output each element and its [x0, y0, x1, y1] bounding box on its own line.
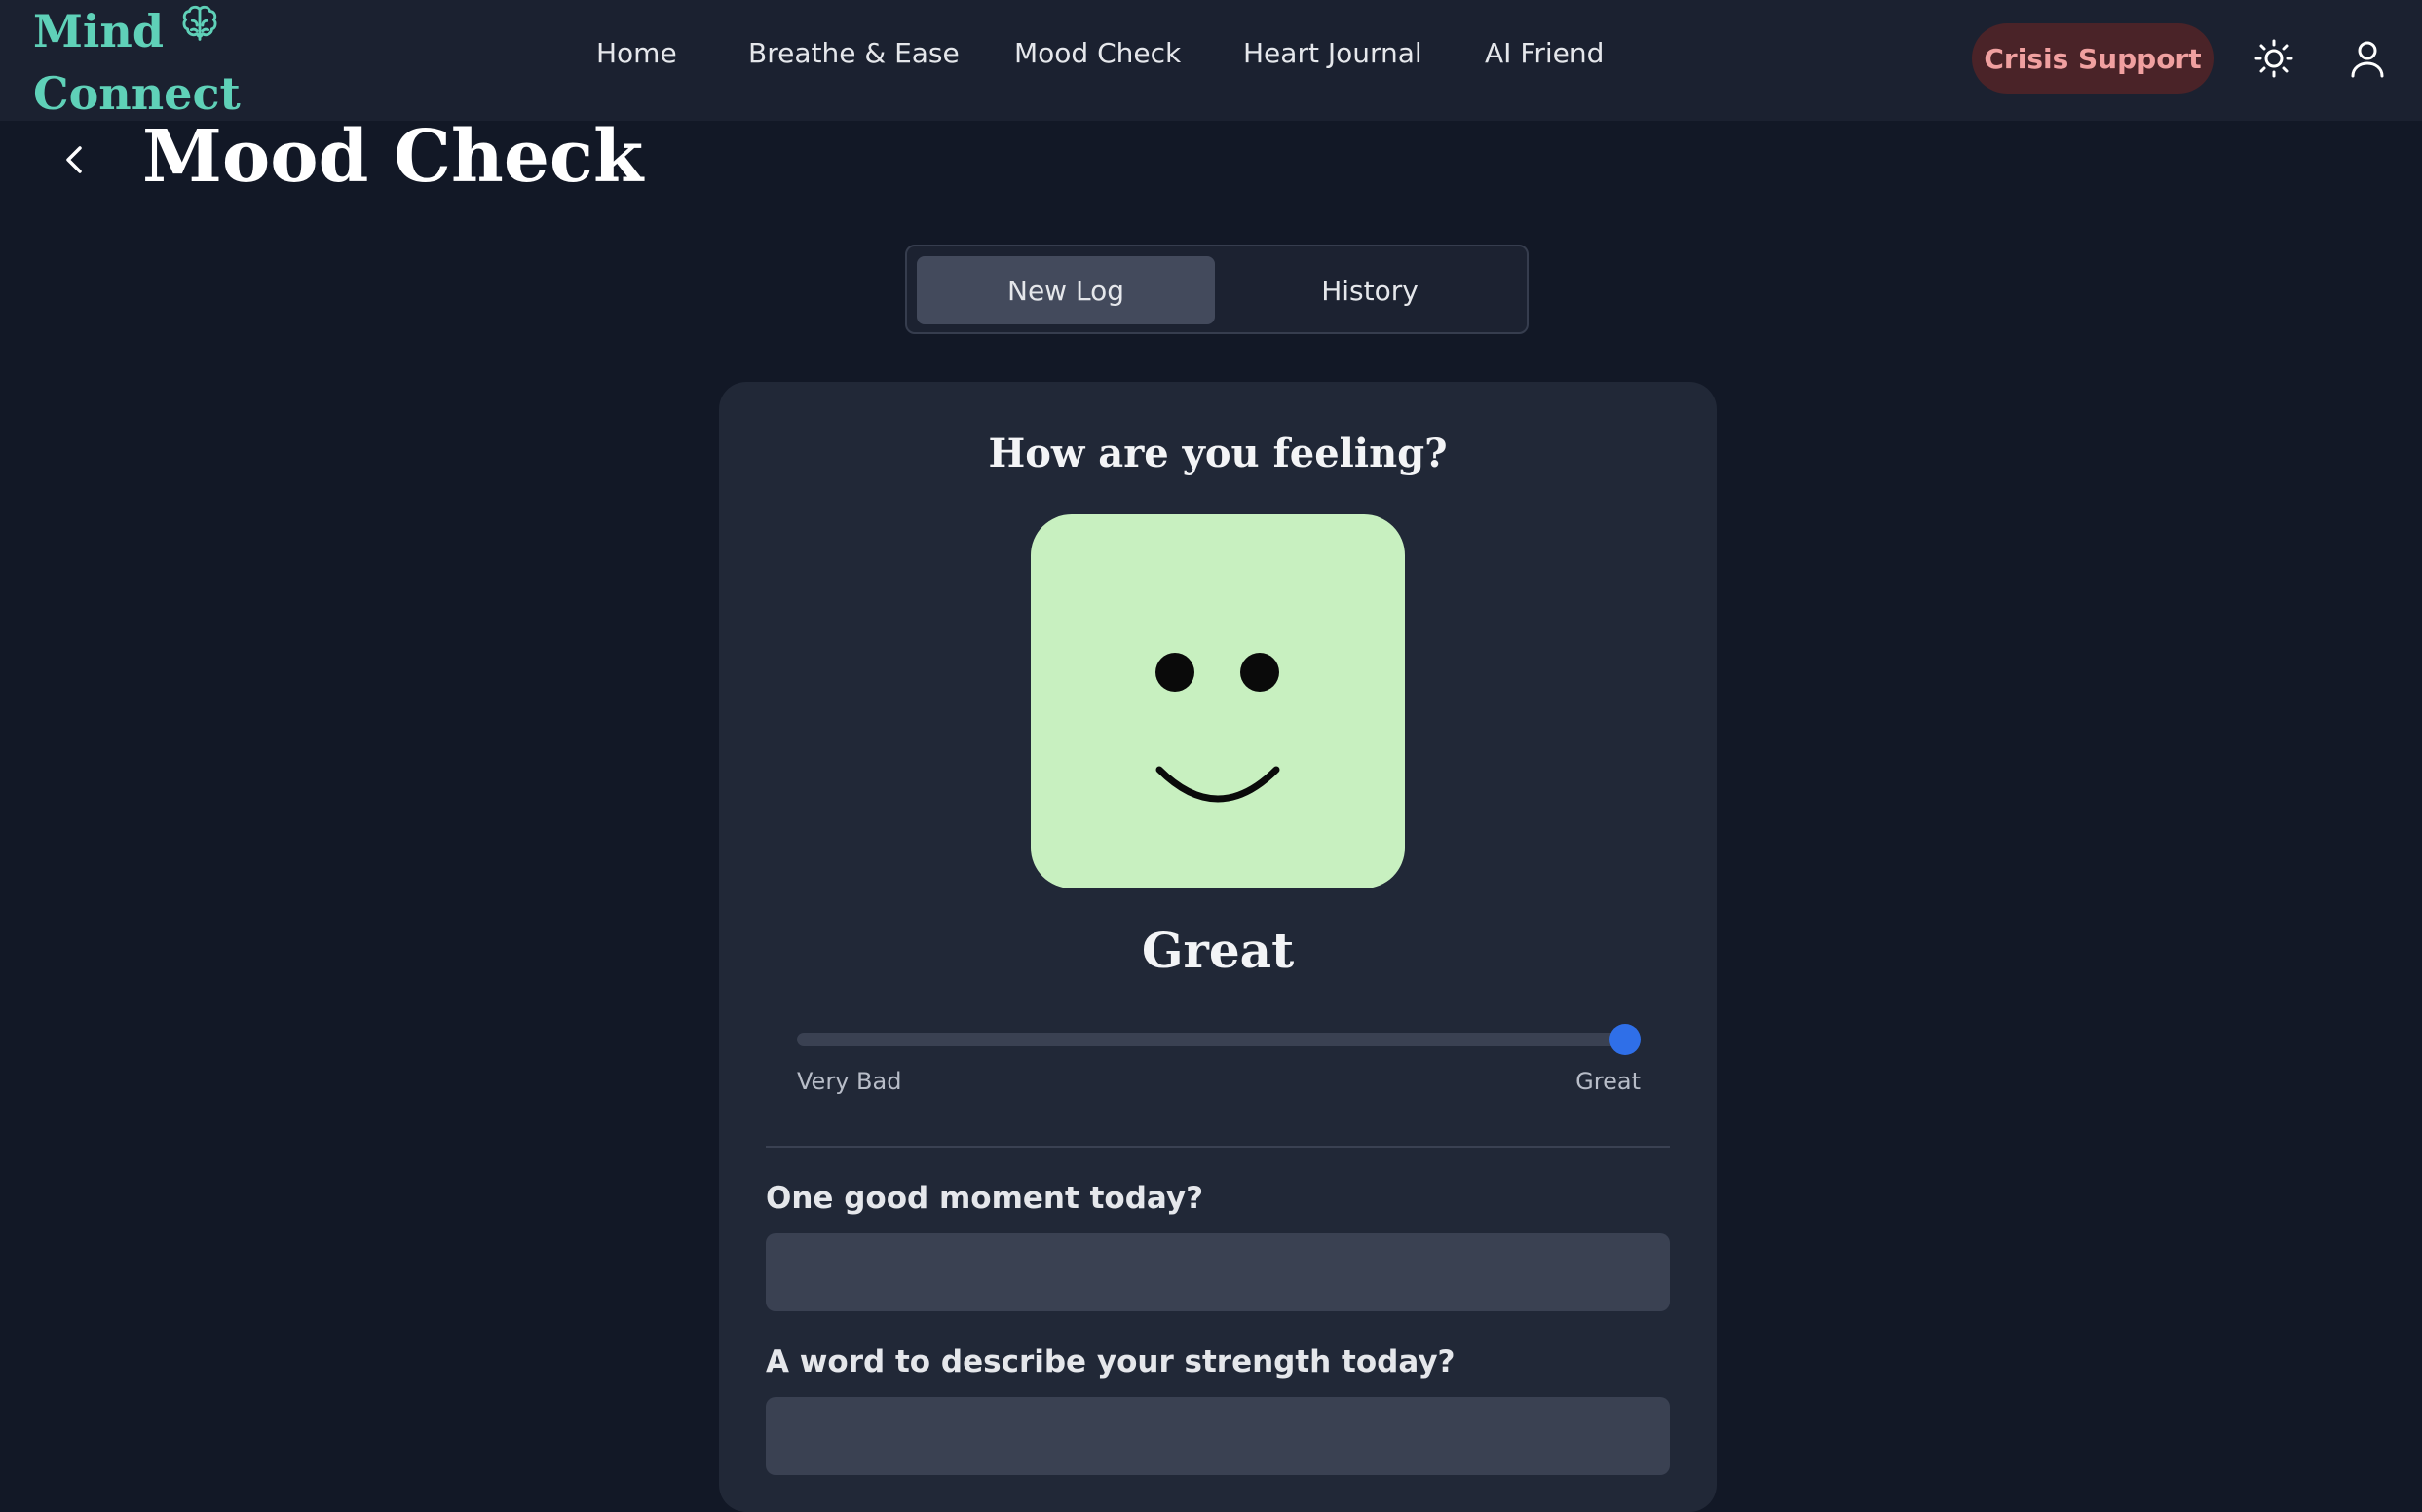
mood-slider-thumb[interactable] [1609, 1024, 1641, 1055]
top-navigation-bar: Mind Connect Home Breathe & Ease Mood Ch… [0, 0, 2422, 121]
slider-min-label: Very Bad [797, 1068, 902, 1095]
mood-slider[interactable] [797, 1024, 1641, 1055]
strength-word-label: A word to describe your strength today? [766, 1344, 1456, 1380]
mood-log-card: How are you feeling? Great Very Bad Grea… [719, 382, 1717, 1512]
tab-history[interactable]: History [1221, 256, 1519, 324]
back-chevron-icon[interactable] [51, 136, 97, 183]
nav-ai-friend[interactable]: AI Friend [1485, 37, 1604, 69]
nav-heart-journal[interactable]: Heart Journal [1243, 37, 1422, 69]
slider-max-label: Great [1575, 1068, 1641, 1095]
good-moment-input[interactable] [766, 1233, 1670, 1311]
sun-icon[interactable] [2251, 35, 2297, 82]
tab-new-log[interactable]: New Log [917, 256, 1215, 324]
logo-text-line1: Mind [33, 5, 165, 57]
strength-word-input[interactable] [766, 1397, 1670, 1475]
brain-icon [177, 0, 222, 62]
log-tabs: New Log History [905, 245, 1529, 334]
nav-home[interactable]: Home [596, 37, 677, 69]
user-icon[interactable] [2344, 35, 2391, 82]
nav-breathe-ease[interactable]: Breathe & Ease [748, 37, 960, 69]
smiling-face-icon [1031, 514, 1405, 888]
page-title: Mood Check [142, 115, 644, 199]
crisis-support-button[interactable]: Crisis Support [1972, 23, 2214, 94]
divider [766, 1146, 1670, 1148]
mood-question: How are you feeling? [988, 431, 1448, 476]
nav-mood-check[interactable]: Mood Check [1014, 37, 1181, 69]
mood-label: Great [1141, 922, 1295, 979]
good-moment-label: One good moment today? [766, 1181, 1204, 1216]
app-logo[interactable]: Mind Connect [33, 0, 241, 125]
